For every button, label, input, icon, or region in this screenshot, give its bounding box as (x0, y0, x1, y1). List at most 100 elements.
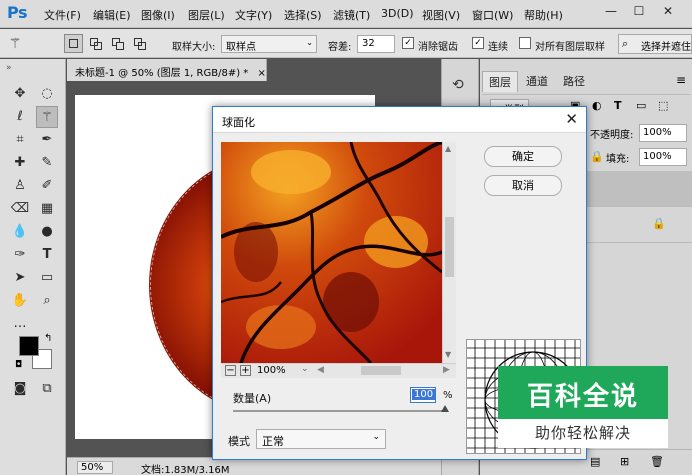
panel-menu-icon[interactable]: ≡ (676, 73, 686, 87)
rectangle-tool-icon[interactable]: ▭ (36, 267, 58, 289)
all-layers-label: 对所有图层取样 (535, 42, 605, 53)
pen-tool-icon[interactable]: ✑ (9, 244, 31, 266)
crop-tool-icon[interactable]: ⌗ (9, 129, 31, 151)
eyedropper-tool-icon[interactable]: ✒ (36, 129, 58, 151)
preview-vertical-scrollbar[interactable]: ▲ ▼ (442, 142, 456, 363)
magic-wand-tool-icon[interactable]: ⚚ (36, 106, 58, 128)
contiguous-checkbox[interactable]: ✓ (472, 37, 484, 49)
document-tab[interactable]: 未标题-1 @ 50% (图层 1, RGB/8#) * × (67, 59, 267, 81)
new-selection-button[interactable] (64, 34, 83, 53)
maximize-button[interactable]: ☐ (631, 3, 647, 19)
dodge-tool-icon[interactable]: ● (36, 221, 58, 243)
amount-slider-track[interactable] (233, 410, 445, 412)
eraser-tool-icon[interactable]: ⌫ (9, 198, 31, 220)
zoom-in-icon[interactable]: + (240, 365, 251, 376)
gradient-tool-icon[interactable]: ▦ (36, 198, 58, 220)
menu-file[interactable]: 文件(F) (44, 7, 81, 23)
stamp-tool-icon[interactable]: ♙ (9, 175, 31, 197)
add-selection-button[interactable] (86, 34, 105, 53)
zoom-dropdown-icon[interactable]: ⌄ (301, 364, 309, 374)
scroll-thumb[interactable] (445, 217, 454, 277)
brush-tool-icon[interactable]: ✎ (36, 152, 58, 174)
filter-preview[interactable] (221, 142, 442, 363)
lock-all-icon[interactable]: 🔒 (590, 150, 604, 163)
filter-smart-icon[interactable]: ⬚ (658, 99, 668, 112)
blur-tool-icon[interactable]: 💧 (9, 221, 31, 243)
tolerance-input[interactable]: 32 (357, 35, 395, 53)
scroll-up-icon[interactable]: ▲ (445, 144, 451, 153)
menu-select[interactable]: 选择(S) (284, 7, 322, 23)
ok-button[interactable]: 确定 (484, 146, 562, 167)
amount-input[interactable]: 100 (410, 387, 436, 403)
doc-info: 文档:1.83M/3.16M (141, 465, 230, 475)
new-group-icon[interactable]: ▤ (590, 455, 600, 468)
collapse-icon[interactable]: » (6, 63, 12, 73)
minimize-button[interactable]: — (603, 3, 619, 19)
filter-type-icon[interactable]: T (614, 99, 622, 112)
filter-shape-icon[interactable]: ▭ (636, 99, 646, 112)
zoom-tool-icon[interactable]: ⌕ (36, 290, 58, 312)
menu-image[interactable]: 图像(I) (141, 7, 175, 23)
zoom-field[interactable]: 50% (77, 461, 113, 474)
preview-zoom-bar: − + 100% ⌄ ◀ ▶ (221, 363, 456, 378)
sample-size-value: 取样点 (226, 42, 256, 53)
scroll-right-icon[interactable]: ▶ (443, 365, 450, 375)
move-tool-icon[interactable]: ✥ (9, 83, 31, 105)
close-window-button[interactable]: ✕ (660, 3, 676, 19)
quick-mask-icon[interactable]: ◙ (9, 378, 31, 400)
intersect-selection-button[interactable] (130, 34, 149, 53)
menu-filter[interactable]: 滤镜(T) (333, 7, 370, 23)
type-tool-icon[interactable]: T (36, 244, 58, 266)
contiguous-label: 连续 (488, 42, 508, 53)
tab-paths[interactable]: 路径 (557, 71, 591, 91)
hand-tool-icon[interactable]: ✋ (9, 290, 31, 312)
dialog-titlebar: 球面化 ✕ (213, 107, 586, 133)
menu-3d[interactable]: 3D(D) (381, 7, 414, 20)
antialias-checkbox[interactable]: ✓ (402, 37, 414, 49)
mode-value: 正常 (262, 435, 284, 448)
subtract-selection-button[interactable] (108, 34, 127, 53)
mode-label: 模式 (228, 435, 250, 448)
chevron-down-icon: ⌄ (306, 38, 313, 47)
tab-layers[interactable]: 图层 (482, 71, 518, 92)
new-layer-icon[interactable]: ⊞ (620, 455, 629, 468)
fill-input[interactable]: 100% (639, 148, 687, 166)
scroll-down-icon[interactable]: ▼ (445, 350, 451, 359)
watermark-subtitle: 助你轻松解决 (498, 419, 668, 448)
menu-edit[interactable]: 编辑(E) (93, 7, 131, 23)
default-colors-icon[interactable]: ◘ (15, 360, 22, 370)
menu-help[interactable]: 帮助(H) (524, 7, 563, 23)
menu-window[interactable]: 窗口(W) (472, 7, 513, 23)
ps-logo: Ps (7, 3, 27, 22)
tab-channels[interactable]: 通道 (520, 71, 554, 91)
menu-view[interactable]: 视图(V) (422, 7, 460, 23)
filter-adjustment-icon[interactable]: ◐ (592, 99, 602, 112)
marquee-tool-icon[interactable]: ◌ (36, 83, 58, 105)
menu-type[interactable]: 文字(Y) (235, 7, 272, 23)
select-and-mask-label: 选择并遮住 (641, 42, 691, 53)
sample-size-select[interactable]: 取样点 ⌄ (221, 35, 317, 53)
screen-mode-icon[interactable]: ⧉ (36, 378, 58, 400)
swap-colors-icon[interactable]: ↰ (44, 333, 52, 344)
menu-layer[interactable]: 图层(L) (188, 7, 225, 23)
more-tools-icon[interactable]: … (9, 313, 31, 335)
options-bar: ⚚ 取样大小: 取样点 ⌄ 容差: 32 ✓ 消除锯齿 ✓ 连续 对所有图层取样 … (0, 29, 692, 58)
delete-layer-icon[interactable]: 🗑 (650, 455, 664, 468)
cancel-button[interactable]: 取消 (484, 175, 562, 196)
amount-slider-thumb[interactable] (441, 405, 449, 412)
horizontal-scroll-thumb[interactable] (361, 366, 401, 375)
opacity-input[interactable]: 100% (639, 124, 687, 142)
lasso-tool-icon[interactable]: ℓ (9, 106, 31, 128)
history-brush-tool-icon[interactable]: ✐ (36, 175, 58, 197)
dialog-close-button[interactable]: ✕ (565, 110, 578, 128)
zoom-out-icon[interactable]: − (225, 365, 236, 376)
history-panel-icon[interactable]: ⟲ (452, 77, 464, 93)
mode-select[interactable]: 正常 ⌄ (256, 429, 386, 449)
path-selection-tool-icon[interactable]: ➤ (9, 267, 31, 289)
select-and-mask-button[interactable]: ⌕ 选择并遮住 (618, 34, 692, 54)
all-layers-checkbox[interactable] (519, 37, 531, 49)
scroll-left-icon[interactable]: ◀ (317, 365, 324, 375)
magic-wand-preset-icon[interactable]: ⚚ (4, 33, 26, 55)
healing-brush-tool-icon[interactable]: ✚ (9, 152, 31, 174)
tab-close-icon[interactable]: × (257, 68, 265, 79)
